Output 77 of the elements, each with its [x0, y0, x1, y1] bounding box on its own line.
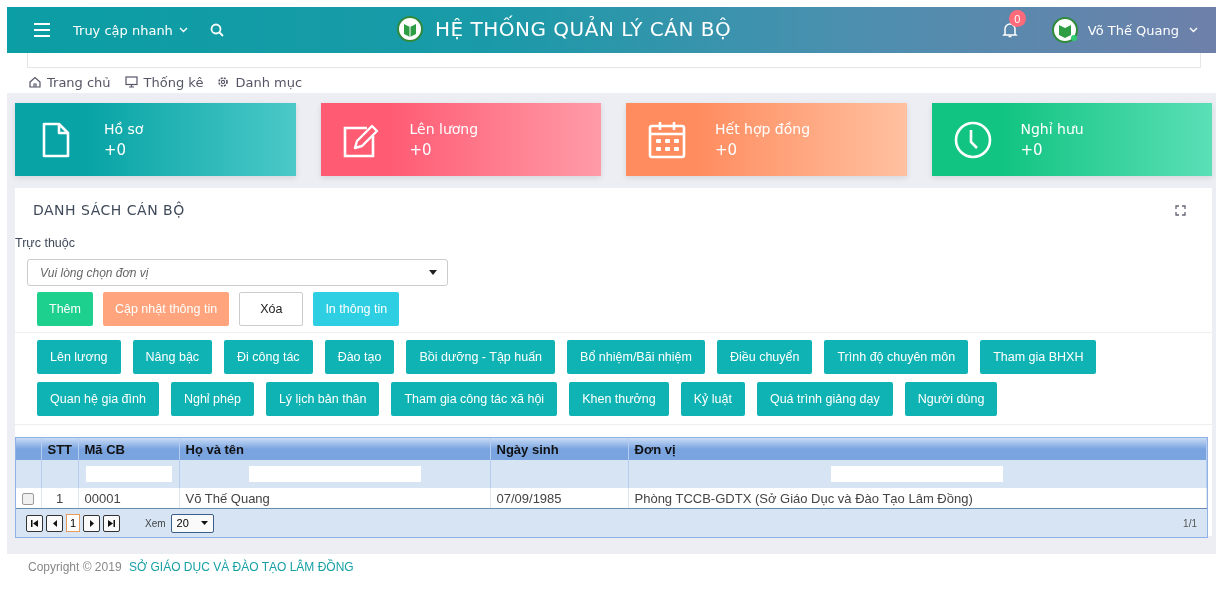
panel-title: DANH SÁCH CÁN BỘ: [33, 202, 185, 218]
fullscreen-icon[interactable]: [1175, 204, 1186, 216]
caret-icon: [200, 521, 208, 525]
chevron-icon: [178, 27, 188, 33]
module-button[interactable]: Lên lương: [37, 340, 121, 374]
action-button[interactable]: Thêm: [37, 292, 93, 326]
next-page-button[interactable]: [83, 514, 100, 532]
bell-icon[interactable]: [1001, 22, 1018, 38]
action-button[interactable]: Cập nhật thông tin: [102, 292, 230, 326]
module-button[interactable]: Bổ nhiệm/Bãi nhiệm: [567, 340, 705, 374]
module-button[interactable]: Đào tạo: [324, 340, 395, 374]
previous-icon: [52, 519, 57, 527]
notification-badge: 0: [1008, 10, 1026, 27]
card-value: +0: [1020, 140, 1044, 159]
menu-icon[interactable]: [33, 23, 51, 37]
monitor-icon: [124, 76, 138, 88]
avatar-icon: [1051, 17, 1078, 43]
home-icon: [29, 76, 41, 88]
next-icon: [89, 519, 94, 527]
breadcrumb-link[interactable]: Trang chủ: [29, 71, 111, 93]
action-button[interactable]: Xóa: [239, 292, 304, 326]
module-button[interactable]: Khen thưởng: [569, 382, 669, 416]
module-button[interactable]: Nghỉ phép: [170, 382, 254, 416]
unit-select[interactable]: Vui lòng chọn đơn vị: [27, 259, 448, 286]
search-icon[interactable]: [209, 23, 224, 37]
filter-field[interactable]: [248, 466, 421, 482]
module-button[interactable]: Nâng bậc: [132, 340, 213, 374]
module-button[interactable]: Bồi dưỡng - Tập huấn: [406, 340, 556, 374]
page-size-select[interactable]: 20: [170, 513, 214, 533]
module-button[interactable]: Kỷ luật: [680, 382, 745, 416]
clock-icon: [953, 120, 992, 159]
module-button[interactable]: Quá trình giảng dạy: [756, 382, 893, 416]
last-page-button[interactable]: [103, 514, 120, 532]
organization-link[interactable]: SỞ GIÁO DỤC VÀ ĐÀO TẠO LÂM ĐỒNG: [128, 560, 354, 574]
first-icon: [31, 519, 38, 527]
logo-icon: [397, 16, 423, 42]
filter-field[interactable]: [85, 466, 172, 482]
breadcrumb-link[interactable]: Danh mục: [217, 71, 303, 93]
column-header: Đơn vị: [628, 438, 1207, 460]
module-button[interactable]: Quan hệ gia đình: [37, 382, 159, 416]
module-button[interactable]: Đi công tác: [224, 340, 313, 374]
calendar-icon: [648, 120, 686, 159]
page-number-field[interactable]: 1: [66, 514, 80, 532]
action-button[interactable]: In thông tin: [313, 292, 400, 326]
copyright-text: Copyright © 2019: [28, 560, 122, 574]
card-label: Lên lương: [409, 120, 479, 137]
module-button[interactable]: Điều chuyển: [716, 340, 813, 374]
module-button[interactable]: Người dùng: [904, 382, 998, 416]
card-value: +0: [104, 140, 128, 159]
module-button[interactable]: Trình độ chuyên môn: [824, 340, 969, 374]
app-title: HỆ THỐNG QUẢN LÝ CÁN BỘ: [435, 17, 732, 41]
module-button[interactable]: Tham gia BHXH: [980, 340, 1097, 374]
row-checkbox[interactable]: [22, 493, 35, 506]
column-header: Mã CB: [78, 438, 179, 460]
page-count: 1/1: [1183, 517, 1197, 529]
caret-icon: [429, 270, 437, 275]
module-button[interactable]: Lý lịch bản thân: [265, 382, 380, 416]
previous-page-button[interactable]: [46, 514, 63, 532]
card-value: +0: [409, 140, 433, 159]
card-label: Hồ sơ: [104, 120, 144, 137]
module-button[interactable]: Tham gia công tác xã hội: [391, 382, 558, 416]
card-label: Nghỉ hưu: [1020, 120, 1084, 137]
card-value: +0: [715, 140, 739, 159]
breadcrumb-link[interactable]: Thống kê: [124, 71, 204, 93]
quick-access-menu[interactable]: Truy cập nhanh: [73, 22, 188, 38]
page-size-label: Xem: [145, 517, 166, 529]
first-page-button[interactable]: [26, 514, 43, 532]
user-menu[interactable]: Võ Thế Quang: [1051, 17, 1198, 43]
chevron-icon: [1189, 27, 1198, 33]
last-icon: [108, 519, 115, 527]
card-label: Hết hợp đồng: [715, 120, 811, 137]
column-header: Ngày sinh: [490, 438, 628, 460]
filter-label: Trực thuộc: [15, 236, 76, 250]
filter-field[interactable]: [831, 466, 1004, 482]
column-header: Họ và tên: [179, 438, 490, 460]
column-header: STT: [41, 438, 78, 460]
settings-icon: [217, 76, 230, 88]
